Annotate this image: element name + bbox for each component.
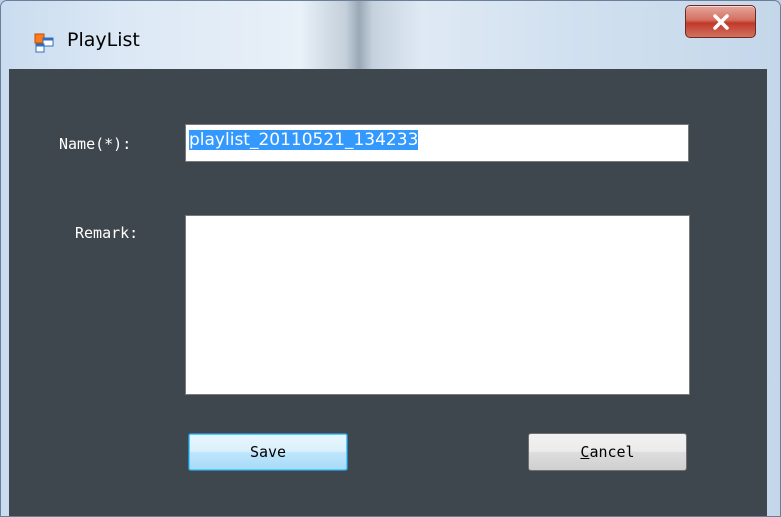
save-button-label: Save bbox=[249, 443, 287, 461]
remark-textarea[interactable] bbox=[185, 215, 690, 395]
title-bar[interactable]: PlayList bbox=[1, 1, 780, 69]
cancel-button-label: Cancel bbox=[580, 443, 634, 461]
close-icon bbox=[713, 14, 729, 30]
cancel-label-rest: ancel bbox=[589, 443, 635, 461]
save-button[interactable]: Save bbox=[188, 433, 348, 471]
playlist-dialog: PlayList Name(*): playlist_20110521_1342… bbox=[0, 0, 781, 517]
name-input[interactable]: playlist_20110521_134233 bbox=[185, 124, 689, 162]
name-label: Name(*): bbox=[59, 135, 132, 153]
app-window-icon bbox=[34, 33, 54, 53]
remark-label: Remark: bbox=[75, 224, 139, 242]
dialog-client-area: Name(*): playlist_20110521_134233 Remark… bbox=[9, 69, 767, 516]
window-title: PlayList bbox=[67, 29, 140, 51]
cancel-button[interactable]: Cancel bbox=[528, 433, 687, 471]
close-button[interactable] bbox=[685, 5, 756, 38]
name-input-value: playlist_20110521_134233 bbox=[189, 130, 419, 150]
